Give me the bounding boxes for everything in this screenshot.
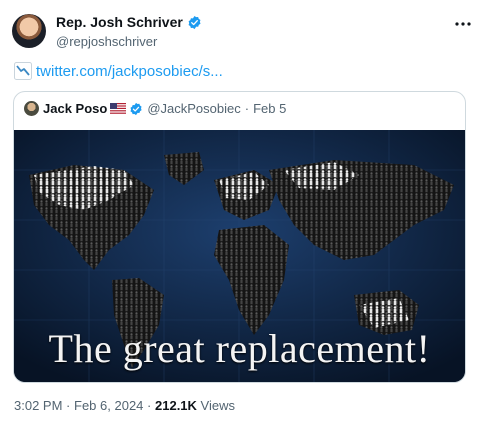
verified-badge-icon: [188, 15, 201, 29]
tweet-text: twitter.com/jackposobiec/s...: [14, 62, 223, 80]
quoted-author-name[interactable]: Jack Poso: [43, 101, 107, 116]
quoted-header: Jack Poso @JackPosobiec · Feb 5: [24, 101, 286, 116]
views-count: 212.1K: [155, 398, 197, 413]
tweet-time[interactable]: 3:02 PM: [14, 398, 62, 413]
shared-link[interactable]: twitter.com/jackposobiec/s...: [36, 63, 223, 80]
quoted-tweet[interactable]: Jack Poso @JackPosobiec · Feb 5 The grea…: [13, 91, 466, 383]
quoted-separator: ·: [244, 101, 250, 116]
quoted-date[interactable]: Feb 5: [253, 101, 286, 116]
author-handle[interactable]: @repjoshschriver: [56, 34, 157, 49]
chart-decreasing-icon: [14, 62, 32, 80]
author-avatar[interactable]: [12, 14, 46, 48]
quoted-image[interactable]: The great replacement!: [14, 130, 465, 382]
tweet-date[interactable]: Feb 6, 2024: [74, 398, 143, 413]
meta-separator: ·: [66, 398, 71, 413]
image-caption: The great replacement!: [48, 326, 431, 371]
quoted-verified-badge-icon: [130, 102, 142, 115]
quoted-author-handle[interactable]: @JackPosobiec: [147, 101, 240, 116]
views-label: Views: [200, 398, 235, 413]
tweet-meta: 3:02 PM · Feb 6, 2024 · 212.1K Views: [14, 398, 235, 413]
more-options-icon[interactable]: [453, 14, 473, 34]
us-flag-icon: [110, 103, 127, 114]
quoted-avatar[interactable]: [24, 101, 39, 116]
author-name[interactable]: Rep. Josh Schriver: [56, 14, 183, 30]
author-name-line: Rep. Josh Schriver: [56, 14, 202, 30]
meta-separator: ·: [147, 398, 152, 413]
